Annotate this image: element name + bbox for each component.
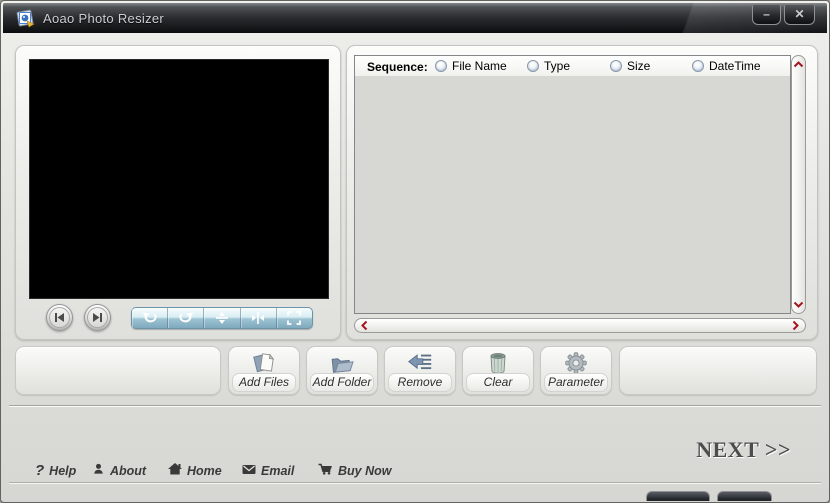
add-files-button[interactable]: Add Files <box>228 346 300 395</box>
rotate-left-button[interactable] <box>132 308 169 328</box>
about-link[interactable]: About <box>92 462 146 479</box>
button-bar-left-filler <box>15 346 221 395</box>
preview-canvas <box>29 59 329 299</box>
radio-icon <box>610 60 622 72</box>
sort-option-datetime[interactable]: DateTime <box>692 59 761 73</box>
buy-now-label: Buy Now <box>338 463 392 478</box>
bottom-grip-right <box>717 491 772 501</box>
clear-label: Clear <box>466 373 530 392</box>
remove-label: Remove <box>388 373 452 392</box>
close-button[interactable]: ✕ <box>784 5 815 25</box>
vertical-scrollbar[interactable] <box>791 55 806 314</box>
help-icon: ? <box>35 462 45 479</box>
next-button[interactable]: NEXT >> <box>651 437 791 465</box>
scroll-down-icon[interactable] <box>793 300 804 309</box>
remove-button[interactable]: Remove <box>384 346 456 395</box>
email-label: Email <box>261 463 295 478</box>
preview-toolbar <box>131 307 313 329</box>
sequence-label: Sequence: <box>367 60 428 74</box>
home-link[interactable]: Home <box>168 462 222 479</box>
parameter-button[interactable]: Parameter <box>540 346 612 395</box>
sort-option-label: Size <box>627 59 651 73</box>
flip-horizontal-button[interactable] <box>241 308 277 328</box>
home-icon <box>168 463 182 478</box>
maximize-preview-button[interactable] <box>277 308 312 328</box>
about-label: About <box>110 463 147 478</box>
help-link[interactable]: ? Help <box>35 462 76 479</box>
add-folder-button[interactable]: Add Folder <box>306 346 378 395</box>
radio-icon <box>527 60 539 72</box>
scroll-left-icon[interactable] <box>359 320 370 331</box>
file-list-panel: Sequence: File Name Type Size DateTime <box>346 45 818 340</box>
add-folder-label: Add Folder <box>310 373 374 392</box>
scroll-right-icon[interactable] <box>790 320 801 331</box>
next-icon <box>87 307 108 328</box>
sort-option-size[interactable]: Size <box>610 59 650 73</box>
parameter-label: Parameter <box>544 373 608 392</box>
clear-button[interactable]: Clear <box>462 346 534 395</box>
buy-now-link[interactable]: Buy Now <box>318 462 391 479</box>
horizontal-scrollbar[interactable] <box>354 318 806 333</box>
help-label: Help <box>49 463 77 478</box>
preview-panel <box>15 45 341 340</box>
email-icon <box>242 464 256 478</box>
about-icon <box>92 463 105 478</box>
sort-option-type[interactable]: Type <box>527 59 570 73</box>
sequence-header: Sequence: File Name Type Size DateTime <box>354 55 791 77</box>
bottom-grip-left <box>646 491 710 501</box>
flip-vertical-button[interactable] <box>204 308 241 328</box>
minimize-button[interactable]: – <box>752 5 781 25</box>
file-list[interactable] <box>354 76 791 314</box>
footer-divider <box>9 405 821 406</box>
app-window: Aoao Photo Resizer – ✕ Sequence: File Na… <box>0 0 830 503</box>
buy-now-icon <box>318 463 333 478</box>
title-bar: Aoao Photo Resizer – ✕ <box>3 3 827 33</box>
window-title: Aoao Photo Resizer <box>43 11 165 26</box>
email-link[interactable]: Email <box>242 462 294 479</box>
scroll-up-icon[interactable] <box>793 60 804 69</box>
rotate-right-button[interactable] <box>168 308 205 328</box>
previous-icon <box>49 307 70 328</box>
bottom-bevel-line <box>9 482 821 483</box>
sort-option-file-name[interactable]: File Name <box>435 59 507 73</box>
previous-image-button[interactable] <box>46 304 73 331</box>
sort-option-label: Type <box>544 59 571 73</box>
radio-icon <box>435 60 447 72</box>
button-bar-right-filler <box>619 346 817 395</box>
next-image-button[interactable] <box>84 304 111 331</box>
sort-option-label: DateTime <box>709 59 761 73</box>
radio-icon <box>692 60 704 72</box>
sort-option-label: File Name <box>452 59 507 73</box>
home-label: Home <box>187 463 222 478</box>
app-logo-icon <box>15 8 36 29</box>
add-files-label: Add Files <box>232 373 296 392</box>
